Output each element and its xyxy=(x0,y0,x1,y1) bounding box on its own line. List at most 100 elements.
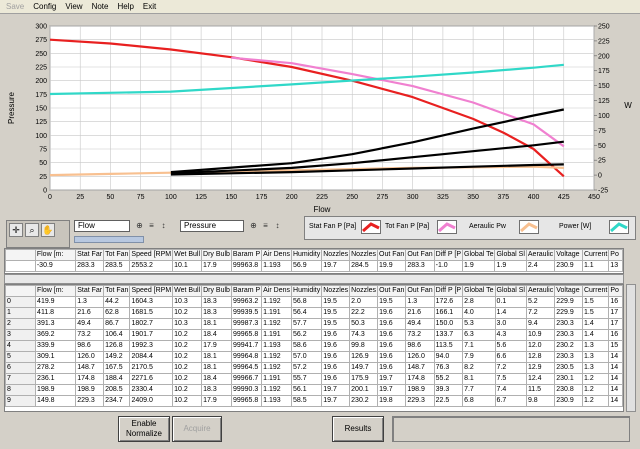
table-cell[interactable]: 1992.3 xyxy=(129,340,174,352)
column-header[interactable]: Wet Bull xyxy=(172,249,203,261)
table-cell[interactable]: 86.7 xyxy=(103,318,131,330)
table-cell[interactable]: 1.191 xyxy=(261,373,293,385)
table-cell[interactable]: 10.3 xyxy=(172,296,203,308)
table-cell[interactable]: 149.8 xyxy=(35,395,77,407)
table-cell[interactable]: 9 xyxy=(5,395,37,407)
table-cell[interactable]: 419.9 xyxy=(35,296,77,308)
table-cell[interactable]: 1.5 xyxy=(581,307,610,319)
table-cell[interactable]: 1.1 xyxy=(581,260,610,272)
table-cell[interactable]: 9.8 xyxy=(525,395,556,407)
table-cell[interactable]: 19.6 xyxy=(321,329,351,341)
table-cell[interactable]: 19.5 xyxy=(377,296,407,308)
table-cell[interactable]: 99963.8 xyxy=(230,260,263,272)
table-cell[interactable]: 99.8 xyxy=(349,340,379,352)
table-row[interactable]: 9 149.8 229.3 234.7 2409.0 10.2 17.9 99965.8 1.1… xyxy=(5,395,623,407)
table-cell[interactable]: 19.6 xyxy=(377,329,407,341)
table-cell[interactable]: 1.192 xyxy=(261,296,293,308)
table-cell[interactable]: 172.6 xyxy=(433,296,464,308)
table-cell[interactable]: 150.0 xyxy=(433,318,464,330)
table-cell[interactable]: 19.6 xyxy=(321,351,351,363)
menu-view[interactable]: View xyxy=(65,2,82,11)
table-cell[interactable]: 19.6 xyxy=(377,307,407,319)
column-header[interactable]: Wet Bull xyxy=(172,285,203,297)
table-cell[interactable]: 339.9 xyxy=(35,340,77,352)
table-cell[interactable]: 73.2 xyxy=(75,329,105,341)
lock-icon[interactable]: ⊕ xyxy=(248,220,259,232)
table-cell[interactable]: 1.3 xyxy=(581,340,610,352)
table-cell[interactable]: 10.2 xyxy=(172,351,203,363)
table-cell[interactable]: 4.3 xyxy=(494,329,527,341)
table-cell[interactable]: 58.5 xyxy=(291,395,323,407)
table-cell[interactable]: 149.7 xyxy=(349,362,379,374)
column-header[interactable]: Diff P [P xyxy=(433,249,464,261)
table-cell[interactable]: 149.2 xyxy=(103,351,131,363)
table-cell[interactable]: 19.7 xyxy=(321,260,351,272)
column-header[interactable]: Global Sl xyxy=(494,249,527,261)
table-cell[interactable]: 230.2 xyxy=(349,395,379,407)
pan-icon[interactable]: ✋ xyxy=(41,223,55,237)
column-header[interactable]: Nozzles xyxy=(321,249,351,261)
x-scroll-slider[interactable] xyxy=(74,236,144,243)
table-cell[interactable]: 1.192 xyxy=(261,351,293,363)
table-cell[interactable]: 8.1 xyxy=(462,373,496,385)
zoom-icon[interactable]: ⌕ xyxy=(25,223,39,237)
table-cell[interactable]: 50.3 xyxy=(349,318,379,330)
table-cell[interactable]: 1604.3 xyxy=(129,296,174,308)
table-cell[interactable]: 1.3 xyxy=(405,296,435,308)
fan-curve-chart[interactable]: 0 25 50 75 100 125 150 175 200 225 250 275 300 325 350… xyxy=(4,16,636,216)
format-icon[interactable]: ≡ xyxy=(260,220,271,232)
table-cell[interactable]: 1802.7 xyxy=(129,318,174,330)
table-cell[interactable]: 57.7 xyxy=(291,318,323,330)
column-header[interactable]: Flow [m: xyxy=(34,249,77,261)
table-cell[interactable]: 7.9 xyxy=(462,351,496,363)
crosshair-icon[interactable]: ✛ xyxy=(9,223,23,237)
table-cell[interactable]: 17 xyxy=(608,318,623,330)
table-cell[interactable]: 126.8 xyxy=(103,340,131,352)
table-cell[interactable]: 98.6 xyxy=(75,340,105,352)
table-row[interactable]: 1 411.8 21.6 62.8 1681.5 10.2 18.3 99939.5 1.191… xyxy=(5,307,623,319)
table-cell[interactable]: 4.0 xyxy=(462,307,496,319)
column-header[interactable]: Aeraulic xyxy=(525,285,556,297)
table-cell[interactable]: 21.6 xyxy=(75,307,105,319)
table-cell[interactable]: 7.7 xyxy=(462,384,496,396)
column-header[interactable]: Po xyxy=(608,285,623,297)
scale-icon[interactable]: ↕ xyxy=(272,220,283,232)
results-button[interactable]: Results xyxy=(332,416,384,442)
table-cell[interactable]: 2.4 xyxy=(525,260,556,272)
table-cell[interactable]: 56.1 xyxy=(291,384,323,396)
table-cell[interactable]: 1.193 xyxy=(261,340,293,352)
table-cell[interactable]: 10.2 xyxy=(172,329,203,341)
table-cell[interactable]: 17.9 xyxy=(201,340,232,352)
table-cell[interactable]: 208.5 xyxy=(103,384,131,396)
table-cell[interactable]: -1.0 xyxy=(433,260,464,272)
table-cell[interactable]: 283.3 xyxy=(75,260,105,272)
table-cell[interactable]: 19.5 xyxy=(321,296,351,308)
table-cell[interactable]: 309.1 xyxy=(35,351,77,363)
table-cell[interactable]: 1.3 xyxy=(75,296,105,308)
table-cell[interactable]: 229.3 xyxy=(75,395,105,407)
table-cell[interactable]: 283.3 xyxy=(405,260,435,272)
table-cell[interactable]: 7.5 xyxy=(494,373,527,385)
table-cell[interactable]: 99965.8 xyxy=(230,329,263,341)
table-cell[interactable]: 1.4 xyxy=(581,329,610,341)
table-cell[interactable]: 10.9 xyxy=(525,329,556,341)
table-cell[interactable]: 10.2 xyxy=(172,384,203,396)
x-axis-selector[interactable]: Flow xyxy=(74,220,130,232)
column-header[interactable]: Speed [RPM xyxy=(129,285,174,297)
table-cell[interactable]: 1.192 xyxy=(261,318,293,330)
table-cell[interactable]: 19.6 xyxy=(377,351,407,363)
table-cell[interactable]: 234.7 xyxy=(103,395,131,407)
table-cell[interactable]: 10.2 xyxy=(172,362,203,374)
table-cell[interactable]: 2409.0 xyxy=(129,395,174,407)
column-header[interactable]: Out Fan xyxy=(377,285,407,297)
table-cell[interactable]: 19.7 xyxy=(321,395,351,407)
table-cell[interactable]: 2170.5 xyxy=(129,362,174,374)
table-cell[interactable]: 56.8 xyxy=(291,296,323,308)
table-cell[interactable]: 19.7 xyxy=(321,384,351,396)
table-cell[interactable]: 1 xyxy=(5,307,37,319)
lock-icon[interactable]: ⊕ xyxy=(134,220,145,232)
table-cell[interactable]: 57.2 xyxy=(291,362,323,374)
column-header[interactable]: Current xyxy=(581,285,610,297)
scale-icon[interactable]: ↕ xyxy=(158,220,169,232)
table-row[interactable]: 5 309.1 126.0 149.2 2084.4 10.2 18.1 99964.8 1.1… xyxy=(5,351,623,363)
